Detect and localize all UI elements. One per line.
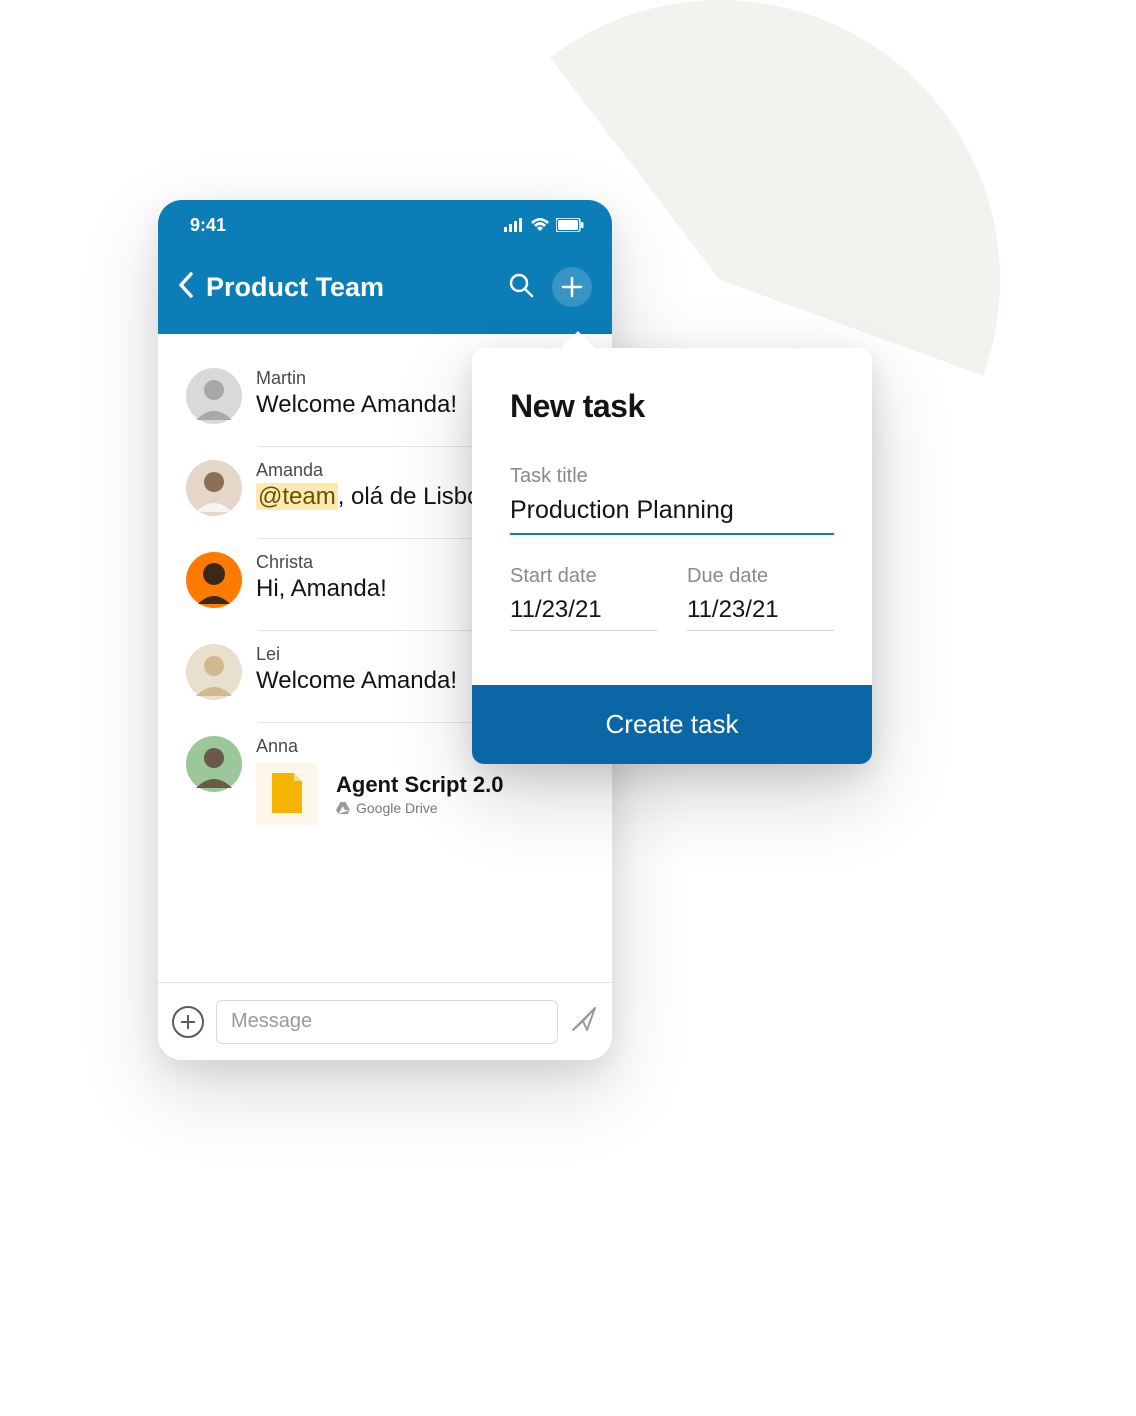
attachment-title: Agent Script 2.0: [336, 772, 503, 798]
task-title-input[interactable]: Production Planning: [510, 496, 834, 535]
search-button[interactable]: [508, 272, 534, 303]
status-time: 9:41: [190, 215, 226, 236]
mention[interactable]: @team: [256, 483, 338, 510]
new-task-popover: New task Task title Production Planning …: [472, 348, 872, 764]
start-date-label: Start date: [510, 565, 657, 588]
wifi-icon: [530, 218, 550, 232]
avatar: [186, 460, 242, 516]
due-date-label: Due date: [687, 565, 834, 588]
plus-icon: [180, 1014, 196, 1030]
attachment[interactable]: Agent Script 2.0 Google Drive: [256, 763, 503, 825]
message-author: Amanda: [256, 460, 501, 481]
app-header: 9:41 Product Team: [158, 200, 612, 334]
message-author: Lei: [256, 644, 457, 665]
attach-button[interactable]: [172, 1006, 204, 1038]
status-bar: 9:41: [158, 200, 612, 240]
create-task-button[interactable]: Create task: [472, 685, 872, 764]
task-title-label: Task title: [510, 465, 834, 488]
message-text: @team, olá de Lisboa!: [256, 483, 501, 511]
chevron-left-icon: [178, 272, 194, 298]
search-icon: [508, 272, 534, 298]
composer: Message: [158, 982, 612, 1060]
message-input[interactable]: Message: [216, 1000, 558, 1044]
message-placeholder: Message: [231, 1010, 312, 1033]
avatar: [186, 736, 242, 792]
start-date-input[interactable]: 11/23/21: [510, 596, 657, 631]
popover-title: New task: [510, 388, 834, 425]
nav-bar: Product Team: [158, 240, 612, 334]
send-icon: [570, 1005, 598, 1033]
send-button[interactable]: [570, 1005, 598, 1038]
message-text: Welcome Amanda!: [256, 667, 457, 695]
message-author: Anna: [256, 736, 503, 757]
chat-title: Product Team: [206, 272, 508, 303]
status-icons: [504, 218, 584, 232]
avatar: [186, 644, 242, 700]
message-author: Martin: [256, 368, 457, 389]
attachment-source: Google Drive: [336, 800, 503, 816]
back-button[interactable]: [178, 272, 194, 303]
due-date-input[interactable]: 11/23/21: [687, 596, 834, 631]
message-author: Christa: [256, 552, 387, 573]
attachment-source-label: Google Drive: [356, 800, 438, 816]
message-text: Welcome Amanda!: [256, 391, 457, 419]
battery-icon: [556, 218, 584, 232]
message-text: Hi, Amanda!: [256, 575, 387, 603]
file-icon: [256, 763, 318, 825]
google-drive-icon: [336, 802, 350, 814]
add-button[interactable]: [552, 267, 592, 307]
signal-icon: [504, 218, 524, 232]
plus-icon: [561, 276, 583, 298]
avatar: [186, 368, 242, 424]
avatar: [186, 552, 242, 608]
